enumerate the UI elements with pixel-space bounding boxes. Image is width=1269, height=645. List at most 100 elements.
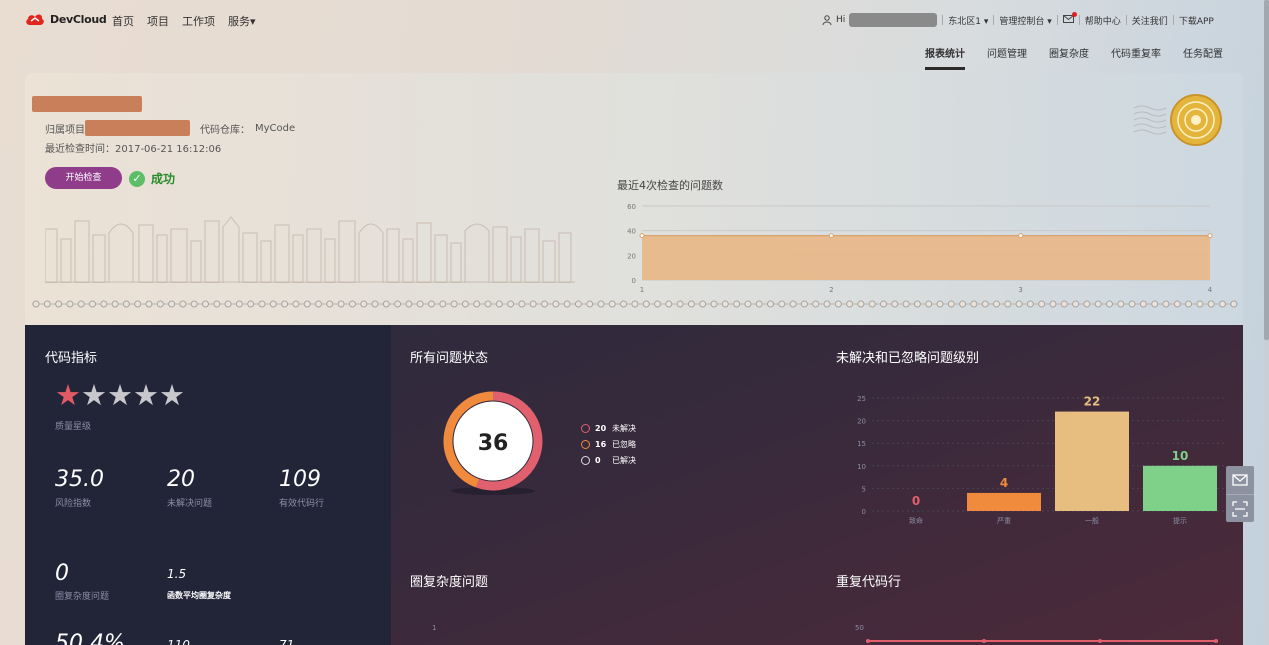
devcloud-logo[interactable]: DevCloud (25, 12, 107, 26)
tab-report[interactable]: 报表统计 (925, 45, 965, 70)
duplicated-lines-value: 110 (167, 638, 190, 645)
region-select[interactable]: 东北区1 ▾ (948, 14, 988, 27)
star-empty-icon: ★ (159, 378, 185, 412)
issue-status-title: 所有问题状态 (410, 351, 489, 366)
scrollbar-thumb[interactable] (1264, 0, 1269, 340)
bead (880, 300, 887, 308)
messages-button[interactable] (1062, 11, 1077, 26)
trend-point[interactable] (1018, 233, 1024, 239)
duplication-chart-title: 重复代码行 (836, 575, 902, 590)
bead (1128, 300, 1136, 308)
complexity-issues-value: 0 (55, 561, 69, 586)
legend-item[interactable]: 0 已解决 (581, 452, 636, 468)
legend-item[interactable]: 20 未解决 (581, 420, 636, 436)
bead (428, 300, 435, 308)
bead (687, 300, 695, 308)
user-menu[interactable]: Hi (822, 13, 938, 27)
bead (168, 300, 176, 308)
bead (281, 300, 289, 308)
bead (518, 300, 526, 308)
console-menu[interactable]: 管理控制台 ▾ (999, 14, 1051, 27)
bead (913, 300, 921, 308)
bead (439, 300, 447, 308)
bead (552, 300, 560, 308)
bead (484, 300, 492, 308)
y-tick-label: 10 (857, 463, 866, 471)
bead (202, 300, 209, 308)
legend-item[interactable]: 16 已忽略 (581, 436, 636, 452)
legend-marker-icon (581, 439, 590, 449)
bead (1004, 300, 1012, 308)
trend-point[interactable] (828, 233, 834, 239)
bead (416, 300, 424, 308)
nav-services[interactable]: 服务▾ (228, 13, 256, 29)
trend-point[interactable] (1207, 233, 1213, 239)
severity-bar[interactable] (1143, 465, 1217, 511)
y-tick-label: 0 (632, 277, 636, 285)
nav-home[interactable]: 首页 (112, 13, 134, 29)
top-nav: DevCloud 首页 项目 工作项 服务▾ Hi 东北区1 ▾ 管理控制台 ▾ (0, 0, 1269, 40)
bead (258, 300, 266, 308)
start-check-button[interactable]: 开始检查 (45, 167, 122, 189)
bead (405, 300, 413, 308)
severity-bar[interactable] (967, 492, 1041, 511)
user-nav: Hi 东北区1 ▾ 管理控制台 ▾ 帮助中心 关注我们 下载APP (822, 11, 1214, 27)
category-label: 一般 (1085, 516, 1099, 525)
star-empty-icon: ★ (81, 378, 107, 412)
legend-label: 已忽略 (612, 439, 636, 449)
tab-issues[interactable]: 问题管理 (987, 45, 1027, 70)
duplication-line-partial (866, 639, 1218, 643)
severity-bar[interactable] (1055, 411, 1129, 511)
bead (947, 300, 955, 308)
duplicated-blocks-value: 71 (279, 638, 295, 645)
unresolved-label: 未解决问题 (167, 499, 213, 509)
bead (111, 300, 119, 308)
y-tick-label: 20 (627, 252, 636, 260)
bead (1139, 300, 1147, 308)
bead (823, 300, 831, 308)
bead (744, 300, 752, 308)
nav-projects[interactable]: 项目 (147, 13, 169, 29)
bead (812, 300, 820, 308)
bead (970, 300, 978, 308)
help-link[interactable]: 帮助中心 (1085, 14, 1121, 27)
bead (303, 300, 311, 308)
feedback-button[interactable] (1226, 466, 1254, 494)
nav-workitems[interactable]: 工作项 (182, 13, 215, 29)
bead (495, 300, 503, 308)
bead (360, 300, 368, 308)
bead (733, 300, 741, 308)
trend-point[interactable] (639, 233, 645, 239)
x-tick-label: 4 (1208, 286, 1213, 294)
tab-task-config[interactable]: 任务配置 (1183, 45, 1223, 70)
bead (631, 300, 639, 308)
main-nav: 首页 项目 工作项 服务▾ (112, 13, 256, 29)
bead (269, 300, 277, 308)
bead (122, 300, 130, 308)
bar-value-label: 10 (1172, 449, 1189, 463)
duplication-axis-tick: 50 (855, 624, 864, 632)
bead (394, 300, 402, 308)
project-label: 归属项目 (45, 124, 85, 136)
bead (1026, 300, 1034, 308)
logo-text: DevCloud (50, 12, 107, 26)
code-lines-value: 109 (279, 467, 321, 492)
bead (326, 300, 334, 308)
bead (134, 300, 142, 308)
y-tick-label: 5 (862, 485, 866, 493)
download-app-link[interactable]: 下载APP (1179, 14, 1214, 27)
tab-duplication[interactable]: 代码重复率 (1111, 45, 1161, 70)
screenshot-button[interactable] (1226, 494, 1254, 522)
bead (190, 300, 198, 308)
user-greeting: Hi (836, 15, 846, 25)
star-filled-icon: ★ (55, 378, 81, 412)
follow-link[interactable]: 关注我们 (1132, 14, 1168, 27)
bead (1151, 300, 1159, 308)
bead (959, 300, 967, 308)
bead (1219, 300, 1226, 308)
legend-marker-icon (581, 455, 590, 465)
unread-dot (1071, 11, 1077, 17)
tab-complexity[interactable]: 圈复杂度 (1049, 45, 1089, 70)
star-empty-icon: ★ (107, 378, 133, 412)
success-check-icon: ✓ (129, 170, 145, 187)
